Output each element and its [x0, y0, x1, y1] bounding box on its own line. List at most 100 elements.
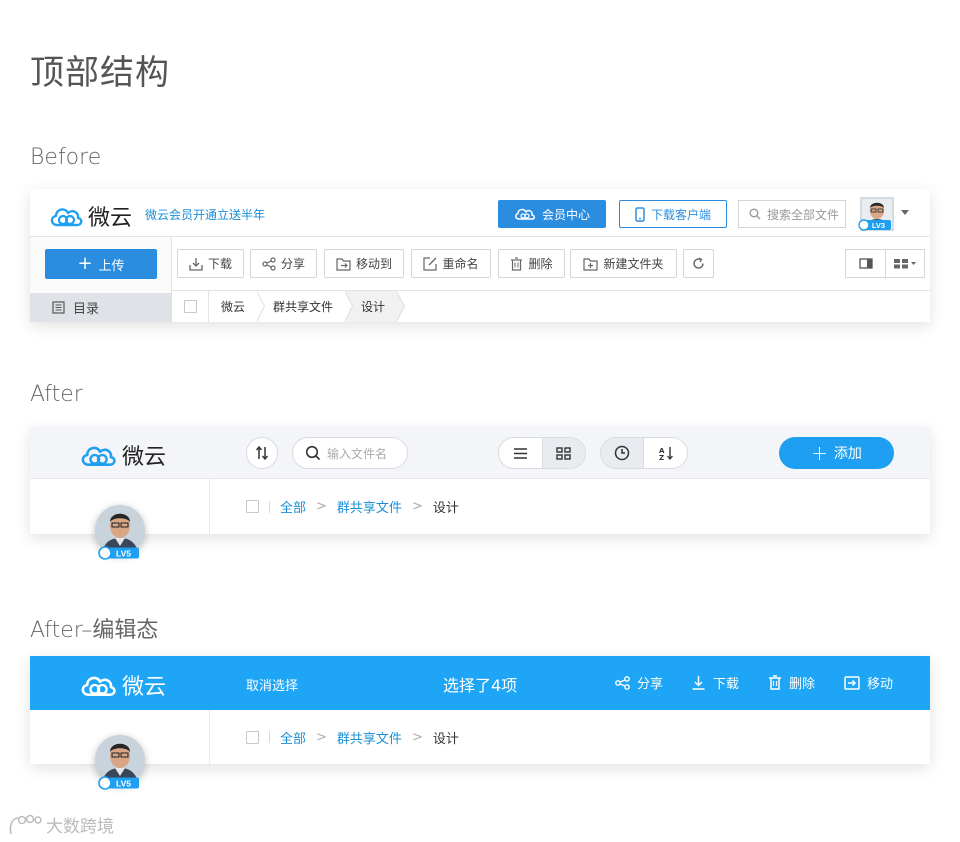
- plus-icon: +: [77, 253, 93, 274]
- search-placeholder: 搜索全部文件: [767, 207, 840, 222]
- share-label: 分享: [280, 257, 305, 271]
- chevron-right-icon: >: [316, 499, 327, 514]
- new-folder-button[interactable]: 新建文件夹: [570, 249, 677, 278]
- download-icon: [189, 257, 203, 271]
- share-button[interactable]: 分享: [615, 673, 663, 692]
- logo-text: 微云: [122, 445, 167, 470]
- select-all-checkbox[interactable]: [246, 500, 259, 513]
- cloud-vip-icon: [515, 208, 535, 220]
- level-badge-text: LV5: [116, 549, 131, 559]
- breadcrumb: 全部 > 群共享文件 > 设计: [246, 710, 459, 764]
- breadcrumb-item[interactable]: 全部: [280, 728, 306, 747]
- sidebar-item-directory[interactable]: 目录: [30, 293, 172, 322]
- breadcrumb-item[interactable]: 群共享文件: [257, 291, 354, 322]
- vip-center-label: 会员中心: [541, 207, 590, 222]
- selected-count-label: 选择了4项: [443, 676, 518, 695]
- watermark-logo-icon: [9, 814, 42, 834]
- move-label: 移动: [867, 677, 894, 692]
- sort-button[interactable]: [246, 437, 278, 469]
- new-folder-label: 新建文件夹: [603, 257, 664, 271]
- move-to-button[interactable]: 移动到: [324, 249, 404, 278]
- sort-by-name-toggle[interactable]: AZ: [644, 438, 687, 468]
- list-doc-icon: [52, 301, 65, 314]
- grid-view-toggle[interactable]: [885, 249, 925, 278]
- level-badge-icon: LV3: [858, 219, 891, 231]
- rename-icon: [423, 256, 438, 271]
- delete-button[interactable]: 删除: [498, 249, 565, 278]
- download-button[interactable]: 下载: [691, 673, 739, 692]
- weiyun-logo[interactable]: 微云: [48, 200, 132, 232]
- before-header-mockup: 微云 微云会员开通立送半年 会员中心 下载客户端 搜索全部文件 LV3 + 上传…: [30, 189, 930, 322]
- watermark-text: 大数跨境: [46, 817, 114, 837]
- select-all-cell: [172, 291, 209, 322]
- level-badge-icon: LV5: [98, 546, 139, 560]
- download-button[interactable]: 下载: [177, 249, 244, 278]
- breadcrumb-item[interactable]: 全部: [280, 497, 306, 516]
- weiyun-logo[interactable]: 微云: [78, 669, 166, 701]
- chevron-right-icon: >: [316, 729, 327, 745]
- download-icon: [692, 676, 705, 690]
- clock-icon: [614, 445, 630, 461]
- divider: [269, 731, 270, 743]
- before-topbar: 微云 微云会员开通立送半年 会员中心 下载客户端 搜索全部文件 LV3: [30, 189, 930, 237]
- phone-icon: [635, 206, 645, 222]
- after-header-mockup: 微云 输入文件名 AZ + 添加 全部 > 群共享文件 > 设计 LV5: [30, 427, 930, 560]
- list-view-toggle[interactable]: [499, 438, 542, 468]
- search-input[interactable]: 输入文件名: [292, 437, 408, 469]
- add-label: 添加: [833, 446, 862, 462]
- move-icon: [336, 257, 351, 271]
- sort-by-time-toggle[interactable]: [601, 438, 645, 468]
- divider: [269, 500, 270, 513]
- search-input[interactable]: 搜索全部文件: [738, 200, 846, 228]
- share-button[interactable]: 分享: [250, 249, 317, 278]
- breadcrumb: 微云 群共享文件 设计: [172, 291, 930, 322]
- grid-view-icon: [894, 259, 916, 269]
- move-button[interactable]: 移动: [844, 673, 893, 692]
- after-edit-header-mockup: 微云 取消选择 选择了4项 分享 下载 删除 移动 全部 > 群共享文件 > 设…: [30, 656, 930, 790]
- upload-button[interactable]: + 上传: [45, 249, 157, 279]
- rename-button[interactable]: 重命名: [411, 249, 491, 278]
- breadcrumb-item[interactable]: 群共享文件: [337, 497, 402, 516]
- cancel-selection-button[interactable]: 取消选择: [246, 675, 298, 694]
- new-folder-icon: [583, 257, 599, 271]
- list-view-icon: [513, 447, 527, 459]
- download-client-button[interactable]: 下载客户端: [619, 200, 727, 228]
- select-all-checkbox[interactable]: [183, 300, 197, 313]
- sort-arrows-icon: [255, 446, 269, 460]
- grid-view-toggle[interactable]: [541, 438, 585, 468]
- section-title-after: After: [30, 382, 83, 407]
- cloud-logo-icon: [81, 676, 116, 696]
- breadcrumb: 全部 > 群共享文件 > 设计: [246, 479, 459, 534]
- edit-topbar: 微云 取消选择 选择了4项 分享 下载 删除 移动: [30, 656, 930, 710]
- chevron-down-icon[interactable]: [901, 210, 909, 215]
- sort-mode-switch: AZ: [600, 437, 688, 469]
- delete-label: 删除: [789, 677, 816, 692]
- move-icon: [844, 675, 860, 690]
- add-button[interactable]: + 添加: [779, 437, 894, 469]
- vip-center-button[interactable]: 会员中心: [498, 200, 606, 228]
- logo-text: 微云: [122, 675, 167, 700]
- section-title-before: Before: [30, 145, 102, 170]
- sidebar-item-label: 目录: [73, 302, 100, 317]
- upload-label: 上传: [98, 258, 125, 274]
- cloud-logo-icon: [50, 208, 83, 227]
- refresh-button[interactable]: [683, 249, 714, 278]
- vip-promo-link[interactable]: 微云会员开通立送半年: [145, 206, 265, 223]
- share-label: 分享: [637, 677, 664, 692]
- breadcrumb-item[interactable]: 群共享文件: [337, 728, 402, 747]
- select-all-checkbox[interactable]: [246, 730, 259, 744]
- breadcrumb-item-current: 设计: [432, 731, 459, 747]
- download-label: 下载: [207, 257, 232, 271]
- before-sidebar: + 上传 目录: [30, 237, 172, 322]
- sort-alpha-icon: AZ: [659, 447, 673, 461]
- detail-view-toggle[interactable]: [845, 249, 885, 278]
- delete-button[interactable]: 删除: [768, 673, 815, 692]
- cloud-logo-icon: [81, 446, 116, 466]
- delete-label: 删除: [528, 257, 553, 271]
- user-avatar[interactable]: LV3: [858, 197, 894, 235]
- breadcrumb-item[interactable]: 微云: [209, 291, 266, 322]
- edit-breadcrumb-bar: 全部 > 群共享文件 > 设计: [30, 710, 930, 764]
- grid-view-icon: [556, 446, 572, 460]
- weiyun-logo[interactable]: 微云: [78, 439, 166, 471]
- plus-icon: +: [811, 441, 828, 465]
